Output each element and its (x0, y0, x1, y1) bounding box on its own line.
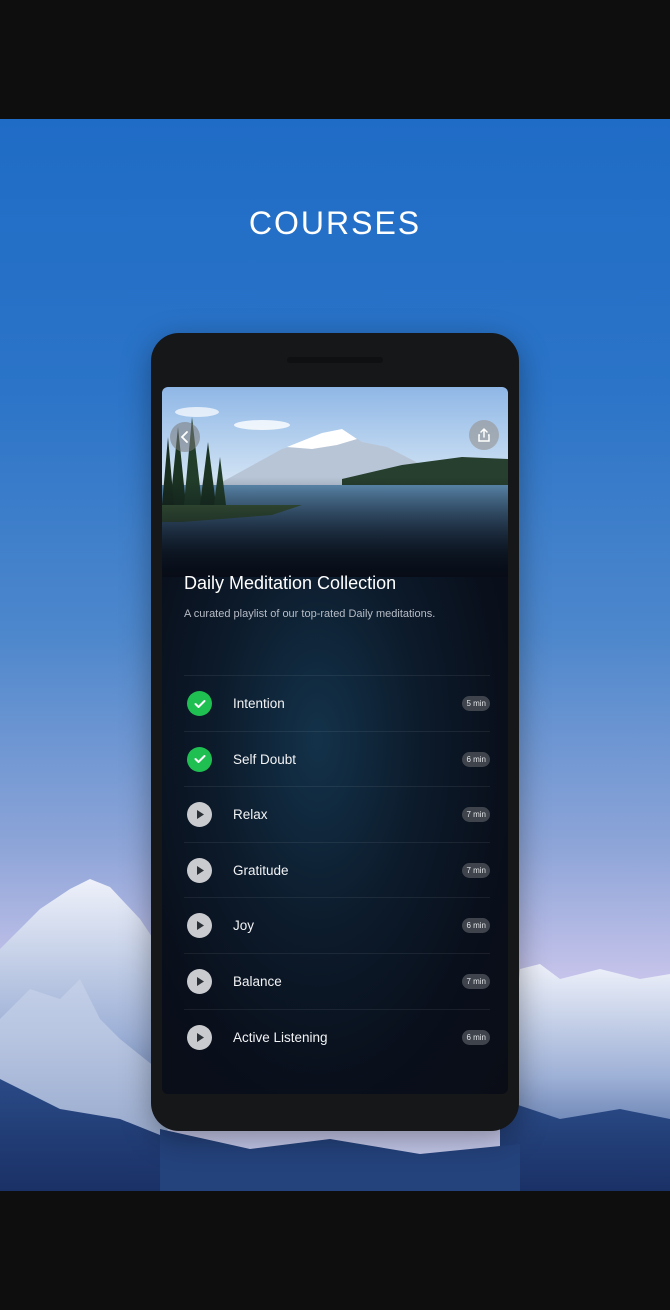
duration-badge: 6 min (462, 918, 490, 934)
course-title: Daily Meditation Collection (184, 573, 397, 593)
play-icon (196, 1032, 204, 1042)
session-row[interactable]: Self Doubt 6 min (184, 730, 490, 787)
check-icon (194, 699, 205, 708)
hero-gradient (162, 477, 508, 577)
session-label: Gratitude (233, 862, 289, 878)
chevron-left-icon (180, 431, 188, 443)
completed-status[interactable] (187, 746, 212, 772)
duration-badge: 7 min (462, 807, 490, 823)
duration-badge: 7 min (462, 973, 490, 989)
completed-status[interactable] (187, 691, 212, 716)
session-row[interactable]: Joy 6 min (184, 897, 490, 953)
duration-badge: 5 min (462, 696, 490, 711)
play-icon (196, 921, 204, 931)
duration-badge: 6 min (462, 1029, 490, 1045)
play-icon (196, 976, 204, 986)
play-icon (196, 810, 204, 820)
app-screen: Daily Meditation Collection A curated pl… (162, 387, 508, 1094)
duration-badge: 6 min (462, 751, 490, 767)
page-title: COURSES (248, 205, 422, 241)
duration-badge: 7 min (462, 862, 490, 878)
session-row[interactable]: Gratitude 7 min (184, 841, 490, 898)
phone-mockup: Daily Meditation Collection A curated pl… (151, 333, 519, 1131)
session-label: Intention (233, 696, 285, 711)
play-icon (196, 865, 204, 875)
session-label: Active Listening (233, 1029, 328, 1045)
course-description: A curated playlist of our top-rated Dail… (184, 608, 436, 620)
session-row[interactable]: Balance 7 min (184, 952, 490, 1009)
play-button[interactable] (187, 1024, 212, 1050)
background-scene: COURSES Daily Meditation Collection A cu… (0, 119, 670, 1191)
play-button[interactable] (187, 968, 212, 994)
session-label: Balance (233, 973, 282, 989)
session-row[interactable]: Relax 7 min (184, 786, 490, 842)
back-button[interactable] (170, 422, 200, 452)
session-list: Intention 5 min Self Doubt 6 min Relax 7 min G… (184, 675, 490, 1064)
share-button[interactable] (469, 420, 499, 450)
play-button[interactable] (187, 857, 212, 883)
play-button[interactable] (187, 802, 212, 828)
play-button[interactable] (187, 913, 212, 939)
hero-image (162, 387, 508, 577)
session-label: Joy (233, 918, 255, 934)
phone-speaker (287, 357, 383, 363)
check-icon (194, 755, 205, 764)
session-label: Relax (233, 807, 268, 823)
session-row[interactable]: Active Listening 6 min (184, 1008, 490, 1065)
session-row[interactable]: Intention 5 min (184, 675, 490, 731)
session-label: Self Doubt (233, 751, 297, 767)
share-icon (478, 427, 490, 442)
